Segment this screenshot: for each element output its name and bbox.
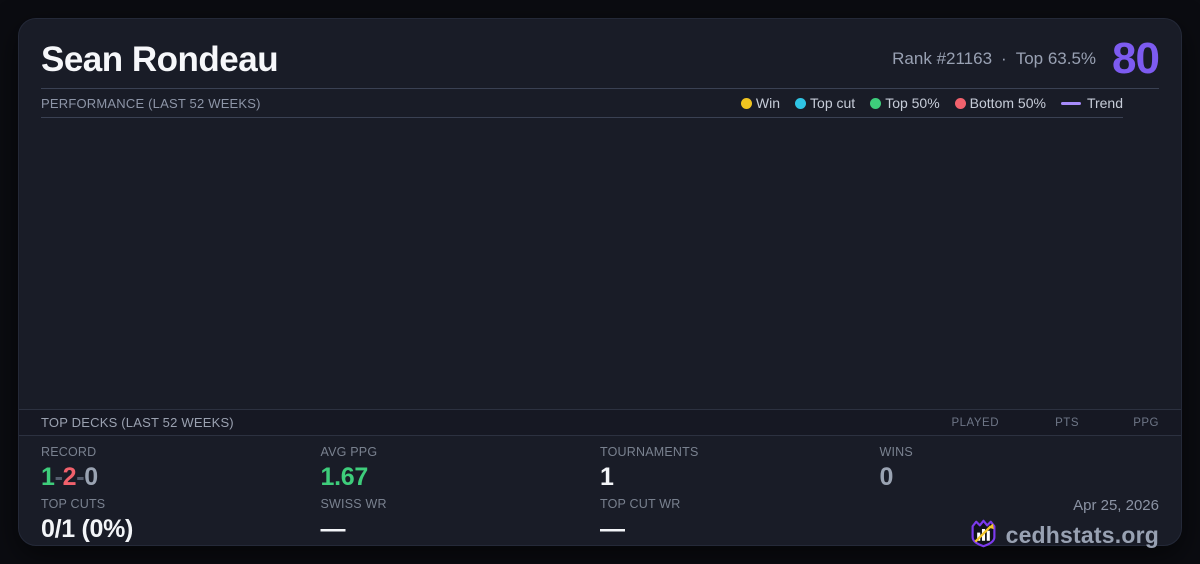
player-stats-card: Sean Rondeau Rank #21163 · Top 63.5% 80 … [18, 18, 1182, 549]
top-decks-column-headers: PLAYED PTS PPG [919, 417, 1159, 429]
legend-label: Top cut [810, 95, 856, 111]
record-draws: 0 [84, 462, 98, 491]
footer-meta: Apr 25, 2026 cedhstats.org [880, 497, 1159, 549]
win-dot-icon [740, 97, 752, 109]
legend-label: Top 50% [885, 95, 940, 111]
stat-label: RECORD [41, 445, 97, 459]
stat-label: WINS [879, 445, 913, 459]
card-header: Sean Rondeau Rank #21163 · Top 63.5% 80 [41, 19, 1160, 89]
column-header-pts: PTS [1055, 416, 1079, 429]
stat-top-cuts: TOP CUTS 0/1 (0%) [41, 497, 321, 549]
player-name: Sean Rondeau [41, 39, 279, 79]
stat-label: TOP CUTS [41, 497, 106, 511]
trend-line-icon [1060, 101, 1081, 105]
avg-ppg-value: 1.67 [320, 462, 369, 491]
stat-label: SWISS WR [320, 497, 387, 511]
record-losses: 2 [62, 462, 77, 491]
top-cut-wr-value: — [600, 514, 625, 543]
legend-item-trend: Trend [1060, 95, 1123, 111]
stat-label: AVG PPG [320, 445, 378, 459]
chart-legend: Win Top cut Top 50% Bottom 50% Trend [740, 95, 1123, 111]
legend-label: Bottom 50% [969, 95, 1046, 111]
performance-header-row: PERFORMANCE (LAST 52 WEEKS) Win Top cut … [41, 89, 1123, 118]
record-value: 1-2-0 [41, 463, 321, 492]
stat-tournaments: TOURNAMENTS 1 [600, 445, 880, 497]
stat-wins: WINS 0 [880, 445, 1160, 497]
legend-item-top-50: Top 50% [870, 95, 940, 111]
rank-text: Rank #21163 [892, 48, 993, 68]
brand-lockup: cedhstats.org [969, 518, 1159, 554]
tournaments-value: 1 [600, 462, 614, 491]
wins-value: 0 [879, 462, 894, 491]
top-50-dot-icon [870, 97, 882, 109]
cedhstats-logo-icon [969, 518, 998, 554]
top-cuts-value: 0/1 (0%) [41, 514, 134, 543]
stat-top-cut-wr: TOP CUT WR — [600, 497, 880, 549]
bottom-50-dot-icon [954, 97, 966, 109]
legend-item-bottom-50: Bottom 50% [954, 95, 1046, 111]
legend-label: Win [755, 95, 781, 111]
stat-label: TOP CUT WR [600, 497, 681, 511]
rank-line: Rank #21163 · Top 63.5% [892, 49, 1096, 69]
legend-item-top-cut: Top cut [795, 95, 855, 111]
player-score: 80 [1112, 33, 1160, 83]
header-right: Rank #21163 · Top 63.5% 80 [892, 33, 1160, 83]
legend-item-win: Win [740, 95, 781, 111]
card-date: Apr 25, 2026 [1073, 497, 1159, 514]
performance-chart-plot-area [41, 118, 1159, 409]
top-percent-text: Top 63.5% [1015, 48, 1097, 68]
stat-label: TOURNAMENTS [600, 445, 699, 459]
swiss-wr-value: — [320, 514, 346, 543]
stats-grid: RECORD 1-2-0 AVG PPG 1.67 TOURNAMENTS 1 … [41, 436, 1159, 549]
top-cut-dot-icon [795, 97, 807, 109]
stat-avg-ppg: AVG PPG 1.67 [321, 445, 601, 497]
record-separator: - [54, 462, 63, 491]
legend-label: Trend [1086, 95, 1123, 111]
top-decks-header-row: TOP DECKS (LAST 52 WEEKS) PLAYED PTS PPG [19, 409, 1181, 436]
record-wins: 1 [41, 462, 55, 491]
top-decks-title: TOP DECKS (LAST 52 WEEKS) [41, 415, 234, 430]
brand-text: cedhstats.org [1005, 522, 1159, 549]
stat-record: RECORD 1-2-0 [41, 445, 321, 497]
performance-title: PERFORMANCE (LAST 52 WEEKS) [41, 95, 261, 111]
rank-separator-dot: · [1001, 48, 1007, 68]
column-header-played: PLAYED [951, 416, 999, 429]
column-header-ppg: PPG [1133, 416, 1159, 429]
stat-swiss-wr: SWISS WR — [321, 497, 601, 549]
